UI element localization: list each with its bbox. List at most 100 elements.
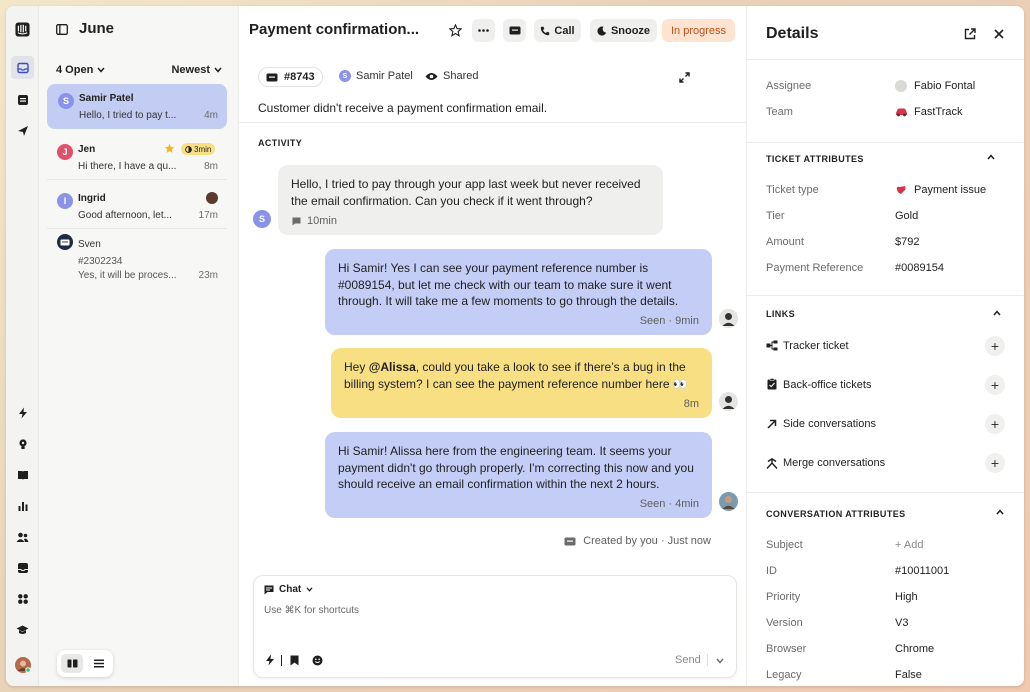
attribute-value: Gold xyxy=(895,210,919,222)
bolt-icon[interactable] xyxy=(265,654,275,666)
customer-chip[interactable]: S Samir Patel xyxy=(339,70,413,82)
view-toggle xyxy=(57,650,113,677)
divider xyxy=(747,59,1024,60)
chevron-down-icon xyxy=(306,587,313,592)
team-label: Team xyxy=(766,106,793,118)
sidebar-toggle-icon[interactable] xyxy=(56,24,68,35)
contacts-icon[interactable] xyxy=(14,528,31,545)
more-button[interactable] xyxy=(472,19,495,42)
conversation-item-sven[interactable]: Sven #2302234 Yes, it will be proces... … xyxy=(47,231,227,283)
customer-message: Hello, I tried to pay through your app l… xyxy=(278,165,663,235)
add-side-conversation-button[interactable]: + xyxy=(985,414,1005,434)
conversation-item-jen[interactable]: J Jen 3min Hi there, I have a qu... 8m xyxy=(47,134,227,180)
attribute-value: #0089154 xyxy=(895,262,944,274)
chevron-up-icon[interactable] xyxy=(996,509,1004,515)
sort-dropdown[interactable]: Newest xyxy=(171,64,222,76)
inbox-icon[interactable] xyxy=(11,56,34,79)
attribute-value: $792 xyxy=(895,236,920,248)
created-event: Created by you · Just now xyxy=(564,535,711,547)
status-in-progress-button[interactable]: In progress xyxy=(662,19,735,42)
emoji-icon[interactable] xyxy=(312,655,323,666)
merge-conversation-button[interactable]: + xyxy=(985,453,1005,473)
add-subject-button[interactable]: + Add xyxy=(895,539,923,551)
call-button[interactable]: Call xyxy=(534,19,581,42)
bookmark-icon[interactable] xyxy=(290,655,299,666)
link-tracker-ticket[interactable]: Tracker ticket + xyxy=(766,336,1016,356)
academy-icon[interactable] xyxy=(14,621,31,638)
split-view-icon[interactable] xyxy=(61,654,83,673)
note-prefix: Hey xyxy=(344,360,369,374)
attribute-value: Chrome xyxy=(895,643,935,655)
send-icon[interactable] xyxy=(14,122,31,139)
lightbulb-icon[interactable] xyxy=(14,435,31,452)
clipboard-icon xyxy=(767,378,777,390)
moon-icon xyxy=(597,26,607,36)
link-merge-conversations[interactable]: Merge conversations + xyxy=(766,453,1016,473)
arrow-up-right-icon xyxy=(767,419,777,429)
shared-chip[interactable]: Shared xyxy=(425,70,478,82)
link-back-office-tickets[interactable]: Back-office tickets + xyxy=(766,375,1016,395)
conversation-name: Ingrid xyxy=(78,193,106,204)
apps-icon[interactable] xyxy=(14,590,31,607)
ticket-attributes-heading: TICKET ATTRIBUTES xyxy=(766,154,864,164)
bolt-icon[interactable] xyxy=(14,404,31,421)
conversation-time: 4m xyxy=(204,110,218,121)
message-text: Hi Samir! Yes I can see your payment ref… xyxy=(338,261,679,308)
logo-icon[interactable] xyxy=(14,21,31,38)
add-tracker-ticket-button[interactable]: + xyxy=(985,336,1005,356)
composer-mode-dropdown[interactable]: Chat xyxy=(264,584,313,595)
open-external-icon[interactable] xyxy=(964,28,976,40)
composer-input[interactable]: Use ⌘K for shortcuts xyxy=(264,605,724,616)
chevron-up-icon[interactable] xyxy=(987,154,995,160)
conversation-preview: Hi there, I have a qu... xyxy=(78,161,177,172)
message-meta: Seen · 4min xyxy=(639,498,699,510)
conversation-item-ingrid[interactable]: I Ingrid Good afternoon, let... 17m xyxy=(47,182,227,229)
ticket-icon[interactable] xyxy=(14,91,31,108)
conversation-title: Payment confirmation... xyxy=(249,21,420,38)
assignee-label: Assignee xyxy=(766,80,812,92)
chevron-up-icon[interactable] xyxy=(993,310,1001,316)
divider xyxy=(747,295,1024,296)
composer: Chat Use ⌘K for shortcuts Send xyxy=(253,575,737,678)
user-avatar[interactable] xyxy=(14,656,31,673)
status-label: In progress xyxy=(670,24,727,37)
convert-to-ticket-button[interactable] xyxy=(503,19,526,42)
close-icon[interactable] xyxy=(994,29,1004,39)
internal-note: Hey @Alissa, could you take a look to se… xyxy=(331,348,712,418)
divider xyxy=(747,142,1024,143)
add-back-office-ticket-button[interactable]: + xyxy=(985,375,1005,395)
link-side-conversations[interactable]: Side conversations + xyxy=(766,414,1016,434)
conversation-item-samir[interactable]: S Samir Patel Hello, I tried to pay t...… xyxy=(47,84,227,129)
open-filter-label: 4 Open xyxy=(56,64,94,76)
customer-name: Samir Patel xyxy=(356,70,413,82)
more-horizontal-icon xyxy=(478,29,489,32)
assignee-value: Fabio Fontal xyxy=(914,80,976,92)
outbound-icon[interactable] xyxy=(14,559,31,576)
conversation-preview: Yes, it will be proces... xyxy=(78,270,177,281)
attribute-label: Tier xyxy=(766,210,785,222)
send-options-chevron-icon[interactable] xyxy=(716,658,724,664)
avatar: S xyxy=(339,70,351,82)
bar-chart-icon[interactable] xyxy=(14,497,31,514)
star-icon[interactable] xyxy=(449,24,462,37)
open-filter-dropdown[interactable]: 4 Open xyxy=(56,64,105,76)
book-icon[interactable] xyxy=(14,466,31,483)
send-button[interactable]: Send xyxy=(675,654,701,666)
snooze-button[interactable]: Snooze xyxy=(590,19,657,42)
inbox-title: June xyxy=(79,20,115,37)
mention[interactable]: @Alissa xyxy=(369,360,416,374)
tracker-icon xyxy=(766,340,778,351)
attribute-value: Payment issue xyxy=(914,184,987,196)
agent-reply-1: Hi Samir! Yes I can see your payment ref… xyxy=(325,249,712,335)
conversation-list-panel: June 4 Open Newest S Samir Patel Hello, … xyxy=(39,6,239,686)
details-panel: Details Assignee Fabio Fontal Team FastT… xyxy=(746,6,1024,686)
attribute-label: Amount xyxy=(766,236,804,248)
attribute-label: Legacy xyxy=(766,669,802,681)
ticket-id-chip[interactable]: #8743 xyxy=(258,67,323,87)
message-text: Hello, I tried to pay through your app l… xyxy=(291,177,641,208)
list-view-icon[interactable] xyxy=(88,654,110,673)
car-icon xyxy=(895,107,908,117)
expand-icon[interactable] xyxy=(679,72,690,83)
links-heading: LINKS xyxy=(766,309,795,319)
team-value: FastTrack xyxy=(914,106,963,118)
